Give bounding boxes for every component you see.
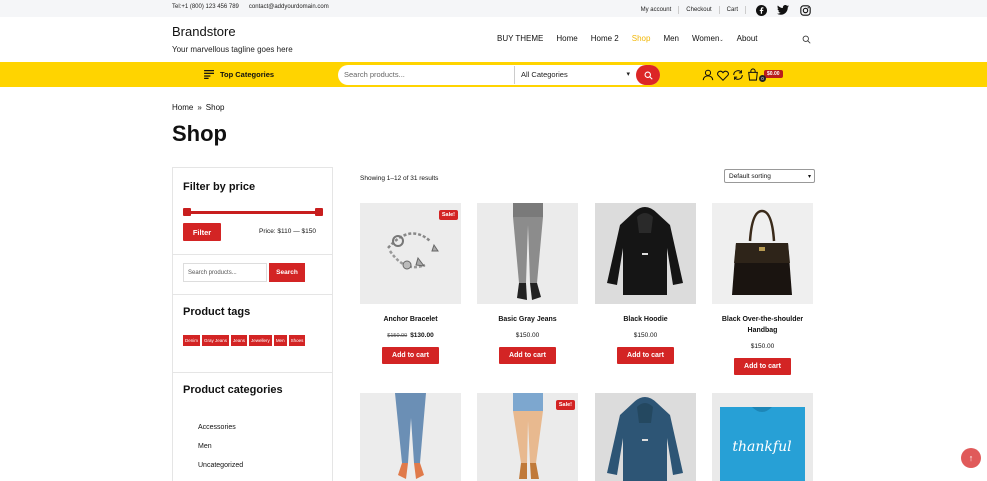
chevron-down-icon: ▾	[626, 71, 630, 78]
add-to-cart-button[interactable]: Add to cart	[734, 358, 791, 375]
heart-icon[interactable]	[717, 68, 729, 86]
search-icon[interactable]	[802, 35, 811, 46]
top-categories-label: Top Categories	[220, 70, 275, 79]
sorting-select[interactable]: Default sorting ▾	[724, 169, 815, 183]
product-image[interactable]: thankful	[712, 393, 813, 481]
facebook-icon[interactable]	[754, 4, 768, 16]
nav-shop[interactable]: Shop	[632, 34, 651, 43]
header-actions: 0 $0.00	[702, 68, 783, 86]
product-image[interactable]	[595, 393, 696, 481]
category-select[interactable]: All Categories ▾	[514, 66, 634, 84]
nav-women[interactable]: Women⌄	[692, 34, 724, 43]
filter-title: Filter by price	[183, 181, 256, 193]
add-to-cart-button[interactable]: Add to cart	[382, 347, 439, 364]
price-range-slider[interactable]	[183, 208, 323, 216]
price-min-handle[interactable]	[183, 208, 191, 216]
breadcrumb-current: Shop	[205, 103, 225, 112]
twitter-icon[interactable]	[776, 4, 790, 16]
sale-badge: Sale!	[555, 400, 575, 410]
result-count: Showing 1–12 of 31 results	[360, 175, 439, 182]
tag-denim[interactable]: Denim	[183, 335, 201, 346]
tag-men[interactable]: Men	[273, 335, 287, 346]
tshirt-print-text: thankful	[732, 439, 791, 455]
cart-count-badge: 0	[759, 75, 766, 82]
instagram-icon[interactable]	[798, 4, 812, 16]
nav-buy-theme[interactable]: BUY THEME	[497, 34, 543, 43]
product-price: $150.00 $130.00	[360, 332, 461, 339]
phone-text: Tel:+1 (800) 123 456 789	[172, 4, 239, 10]
price-range-label: Price: $110 — $150	[259, 228, 316, 235]
top-bar: Tel:+1 (800) 123 456 789 contact@addyour…	[0, 0, 987, 17]
breadcrumb-separator: »	[197, 103, 202, 112]
cart-total-badge[interactable]: $0.00	[764, 70, 783, 78]
old-price: $150.00	[387, 333, 408, 339]
sale-badge: Sale!	[438, 210, 458, 220]
site-tagline: Your marvellous tagline goes here	[172, 45, 293, 54]
tag-gray-jeans[interactable]: Gray Jeans	[202, 335, 230, 346]
add-to-cart-button[interactable]: Add to cart	[617, 347, 674, 364]
product-image[interactable]	[595, 203, 696, 304]
category-men[interactable]: Men	[198, 443, 243, 462]
add-to-cart-button[interactable]: Add to cart	[499, 347, 556, 364]
product-title[interactable]: Anchor Bracelet	[360, 314, 461, 325]
product-title[interactable]: Black Over-the-shoulder Handbag	[712, 314, 813, 336]
category-list: Accessories Men Uncategorized	[198, 424, 243, 481]
filter-button[interactable]: Filter	[183, 223, 221, 241]
nav-about[interactable]: About	[737, 34, 758, 43]
email-link[interactable]: contact@addyourdomain.com	[249, 4, 329, 10]
tags-title: Product tags	[183, 306, 251, 318]
product-title[interactable]: Black Hoodie	[595, 314, 696, 325]
my-account-link[interactable]: My account	[634, 6, 680, 14]
nav-women-label: Women	[692, 34, 720, 43]
product-price: $150.00	[633, 332, 658, 339]
main-nav: BUY THEME Home Home 2 Shop Men Women⌄ Ab…	[497, 34, 811, 44]
page-title: Shop	[172, 121, 227, 146]
shop-sidebar: Filter by price Filter Price: $110 — $15…	[172, 167, 333, 481]
search-icon	[644, 71, 653, 80]
chevron-down-icon: ⌄	[719, 37, 724, 43]
tag-jeans[interactable]: Jeans	[231, 335, 248, 346]
top-categories-button[interactable]: Top Categories	[204, 70, 274, 79]
nav-men[interactable]: Men	[663, 34, 679, 43]
product-image[interactable]	[477, 203, 578, 304]
price-max-handle[interactable]	[315, 208, 323, 216]
sidebar-search-input[interactable]: Search products...	[183, 263, 267, 282]
product-search-form: Search products... All Categories ▾	[338, 65, 660, 85]
scroll-to-top-button[interactable]: ↑	[961, 448, 981, 468]
product-image[interactable]	[712, 203, 813, 304]
nav-home[interactable]: Home	[556, 34, 577, 43]
category-accessories[interactable]: Accessories	[198, 424, 243, 443]
chevron-down-icon: ▾	[807, 174, 811, 180]
product-title[interactable]: Basic Gray Jeans	[477, 314, 578, 325]
product-price: $150.00	[515, 332, 540, 339]
breadcrumb-home[interactable]: Home	[172, 103, 193, 112]
categories-title: Product categories	[183, 384, 283, 396]
category-select-value: All Categories	[521, 70, 568, 79]
product-search-input[interactable]: Search products...	[344, 70, 405, 79]
menu-list-icon	[204, 70, 214, 79]
product-image[interactable]	[360, 393, 461, 481]
sale-price: $130.00	[410, 332, 434, 339]
refresh-compare-icon[interactable]	[732, 68, 744, 86]
tag-jewellery[interactable]: Jewellery	[249, 335, 272, 346]
category-uncategorized[interactable]: Uncategorized	[198, 462, 243, 481]
category-search-bar: Top Categories Search products... All Ca…	[0, 62, 987, 87]
tag-cloud: Denim Gray Jeans Jeans Jewellery Men Sho…	[183, 335, 323, 346]
nav-home-2[interactable]: Home 2	[591, 34, 619, 43]
user-icon[interactable]	[702, 68, 714, 86]
price-filter-widget: Filter by price Filter Price: $110 — $15…	[173, 168, 332, 255]
search-submit-button[interactable]	[636, 65, 660, 85]
shopping-bag-icon[interactable]	[747, 68, 759, 86]
brand-logo-text[interactable]: Brandstore	[172, 24, 236, 39]
checkout-link[interactable]: Checkout	[679, 6, 720, 14]
sorting-value: Default sorting	[729, 173, 771, 180]
cart-link[interactable]: Cart	[720, 6, 746, 14]
breadcrumb: Home » Shop	[172, 103, 224, 112]
sidebar-search-button[interactable]: Search	[269, 263, 305, 282]
tag-shoes[interactable]: Shoes	[288, 335, 306, 346]
product-tags-widget: Product tags	[173, 295, 332, 373]
product-price: $150.00	[750, 343, 775, 350]
